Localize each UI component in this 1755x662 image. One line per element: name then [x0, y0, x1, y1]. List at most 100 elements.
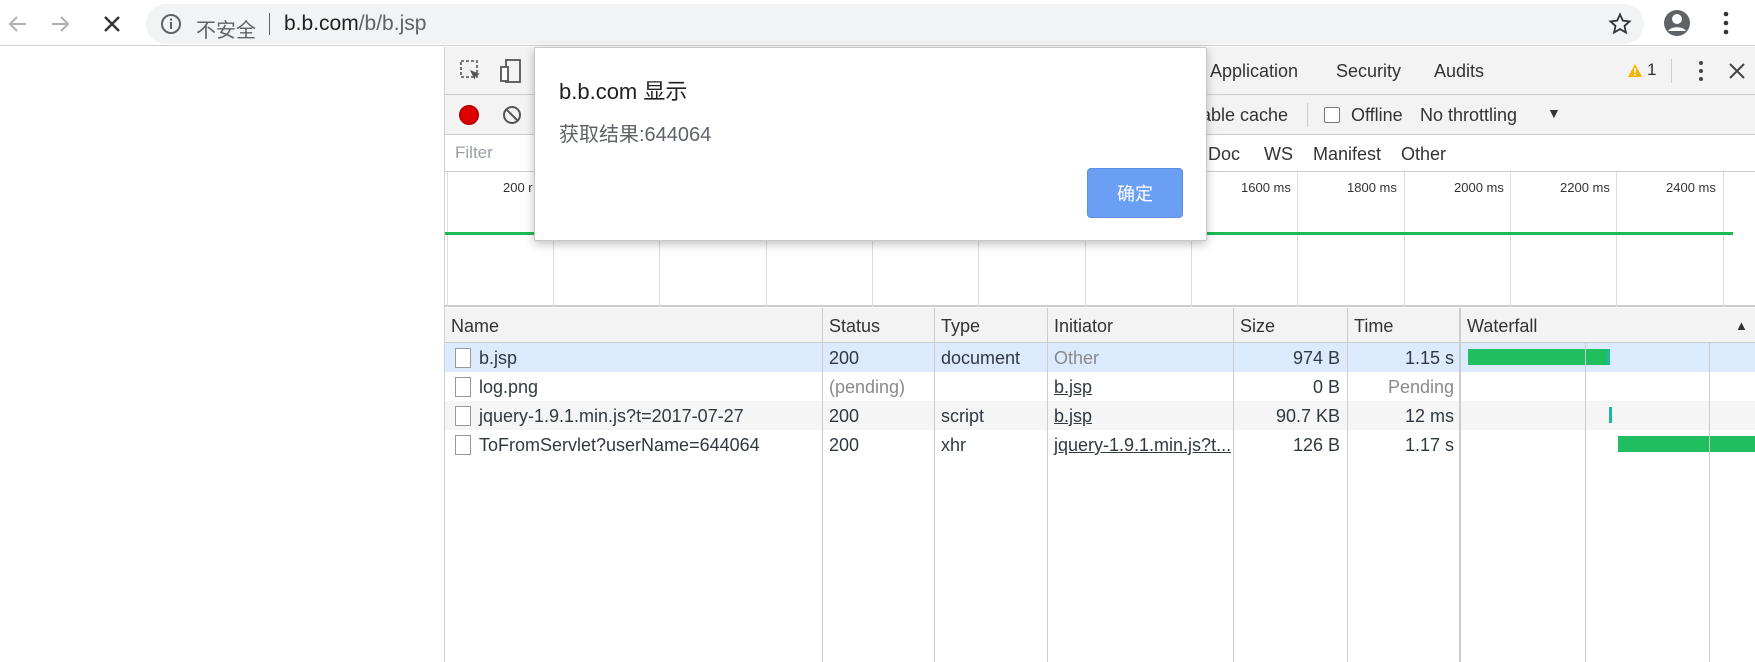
- column-divider[interactable]: [1047, 308, 1048, 662]
- warning-count: 1: [1647, 60, 1657, 79]
- overview-tick-label: 2200 ms: [1560, 180, 1610, 195]
- column-divider[interactable]: [934, 308, 935, 662]
- filter-ws[interactable]: WS: [1264, 144, 1293, 165]
- overview-gridline: [1723, 172, 1724, 307]
- forward-button[interactable]: [44, 8, 76, 40]
- network-table: Name Status Type Initiator Size Time Wat…: [445, 308, 1755, 662]
- throttling-select[interactable]: No throttling: [1420, 105, 1517, 126]
- overview-tick-label: 2400 ms: [1666, 180, 1716, 195]
- filter-other[interactable]: Other: [1401, 144, 1446, 165]
- close-icon: [104, 16, 120, 32]
- tab-divider: [1671, 59, 1672, 83]
- warnings-counter[interactable]: 1: [1627, 60, 1656, 80]
- request-name: jquery-1.9.1.min.js?t=2017-07-27: [479, 406, 744, 426]
- overview-gridline: [1404, 172, 1405, 307]
- page-content: [0, 47, 444, 662]
- offline-checkbox[interactable]: [1324, 107, 1340, 123]
- sort-up-icon[interactable]: ▲: [1735, 318, 1748, 333]
- overview-gridline: [1297, 172, 1298, 307]
- column-divider[interactable]: [822, 308, 823, 662]
- stop-button[interactable]: [96, 8, 128, 40]
- filter-manifest[interactable]: Manifest: [1313, 144, 1381, 165]
- more-vert-icon[interactable]: [1689, 59, 1713, 83]
- request-size: 90.7 KB: [1275, 406, 1340, 426]
- back-button[interactable]: [2, 8, 34, 40]
- column-waterfall[interactable]: Waterfall: [1467, 316, 1537, 337]
- request-size: 0 B: [1312, 377, 1340, 397]
- profile-icon[interactable]: [1662, 8, 1692, 38]
- chevron-down-icon[interactable]: ▼: [1547, 105, 1561, 121]
- overview-tick-label: 2000 ms: [1454, 180, 1504, 195]
- waterfall-gridline: [1585, 343, 1586, 662]
- address-divider: [269, 13, 270, 35]
- request-type: xhr: [941, 435, 967, 455]
- waterfall-bar: [1607, 349, 1610, 365]
- request-initiator[interactable]: jquery-1.9.1.min.js?t...: [1054, 435, 1231, 456]
- overview-gridline: [1616, 172, 1617, 307]
- browser-toolbar: 不安全 b.b.com/b/b.jsp: [0, 0, 1755, 46]
- table-row[interactable]: jquery-1.9.1.min.js?t=2017-07-27 200 scr…: [445, 401, 1755, 430]
- tab-application[interactable]: Application: [1210, 61, 1298, 82]
- overview-tick-label: 1800 ms: [1347, 180, 1397, 195]
- dialog-message: 获取结果:644064: [559, 124, 712, 146]
- dialog-title: b.b.com 显示: [559, 79, 688, 104]
- request-status: (pending): [829, 377, 906, 397]
- close-icon[interactable]: [1725, 59, 1749, 83]
- url-host: b.b.com: [284, 12, 359, 35]
- table-header: Name Status Type Initiator Size Time Wat…: [445, 308, 1755, 343]
- ok-button[interactable]: 确定: [1087, 168, 1183, 218]
- more-vert-icon[interactable]: [1713, 10, 1739, 36]
- disable-cache-label[interactable]: able cache: [1201, 105, 1288, 126]
- filter-input[interactable]: Filter: [455, 143, 493, 163]
- overview-tick-label: 200 r: [503, 180, 533, 195]
- request-type: script: [941, 406, 985, 426]
- request-initiator[interactable]: b.jsp: [1054, 406, 1092, 427]
- table-row[interactable]: log.png (pending) b.jsp 0 B Pending: [445, 372, 1755, 401]
- inspect-element-icon[interactable]: [457, 57, 485, 85]
- address-bar[interactable]: 不安全 b.b.com/b/b.jsp: [146, 4, 1644, 44]
- request-size: 126 B: [1292, 435, 1340, 455]
- column-name[interactable]: Name: [451, 316, 499, 337]
- file-icon: [455, 435, 471, 455]
- column-divider[interactable]: [1459, 308, 1461, 662]
- security-label: 不安全: [196, 20, 256, 42]
- arrow-right-icon: [52, 16, 70, 32]
- waterfall-bar: [1609, 407, 1612, 423]
- table-row[interactable]: b.jsp 200 document Other 974 B 1.15 s: [445, 343, 1755, 372]
- tab-security[interactable]: Security: [1336, 61, 1401, 82]
- tab-audits[interactable]: Audits: [1434, 61, 1484, 82]
- arrow-left-icon: [8, 16, 26, 32]
- controls-divider: [1307, 103, 1308, 127]
- column-divider[interactable]: [1347, 308, 1348, 662]
- table-row[interactable]: ToFromServlet?userName=644064 200 xhr jq…: [445, 430, 1755, 459]
- request-name: log.png: [479, 377, 539, 397]
- file-icon: [455, 348, 471, 368]
- request-time: 12 ms: [1404, 406, 1454, 426]
- overview-gridline: [447, 172, 448, 307]
- info-icon[interactable]: [160, 13, 182, 35]
- overview-gridline: [1510, 172, 1511, 307]
- url-text[interactable]: b.b.com/b/b.jsp: [284, 12, 426, 36]
- column-initiator[interactable]: Initiator: [1054, 316, 1113, 337]
- column-size[interactable]: Size: [1240, 316, 1275, 337]
- star-icon[interactable]: [1608, 12, 1632, 36]
- record-button[interactable]: [459, 105, 479, 125]
- filter-doc[interactable]: Doc: [1208, 144, 1240, 165]
- file-icon: [455, 406, 471, 426]
- column-time[interactable]: Time: [1354, 316, 1393, 337]
- file-icon: [455, 377, 471, 397]
- alert-dialog: b.b.com 显示 获取结果:644064 确定: [534, 47, 1207, 241]
- overview-tick-label: 1600 ms: [1241, 180, 1291, 195]
- request-status: 200: [829, 435, 860, 455]
- column-status[interactable]: Status: [829, 316, 880, 337]
- waterfall-bar: [1468, 349, 1608, 365]
- offline-label: Offline: [1351, 105, 1403, 125]
- column-divider[interactable]: [1233, 308, 1234, 662]
- request-status: 200: [829, 348, 860, 368]
- request-initiator[interactable]: b.jsp: [1054, 377, 1092, 398]
- device-toolbar-icon[interactable]: [497, 57, 525, 85]
- column-type[interactable]: Type: [941, 316, 980, 337]
- request-type: document: [941, 348, 1021, 368]
- request-time: 1.15 s: [1404, 348, 1454, 368]
- clear-icon[interactable]: [501, 104, 523, 126]
